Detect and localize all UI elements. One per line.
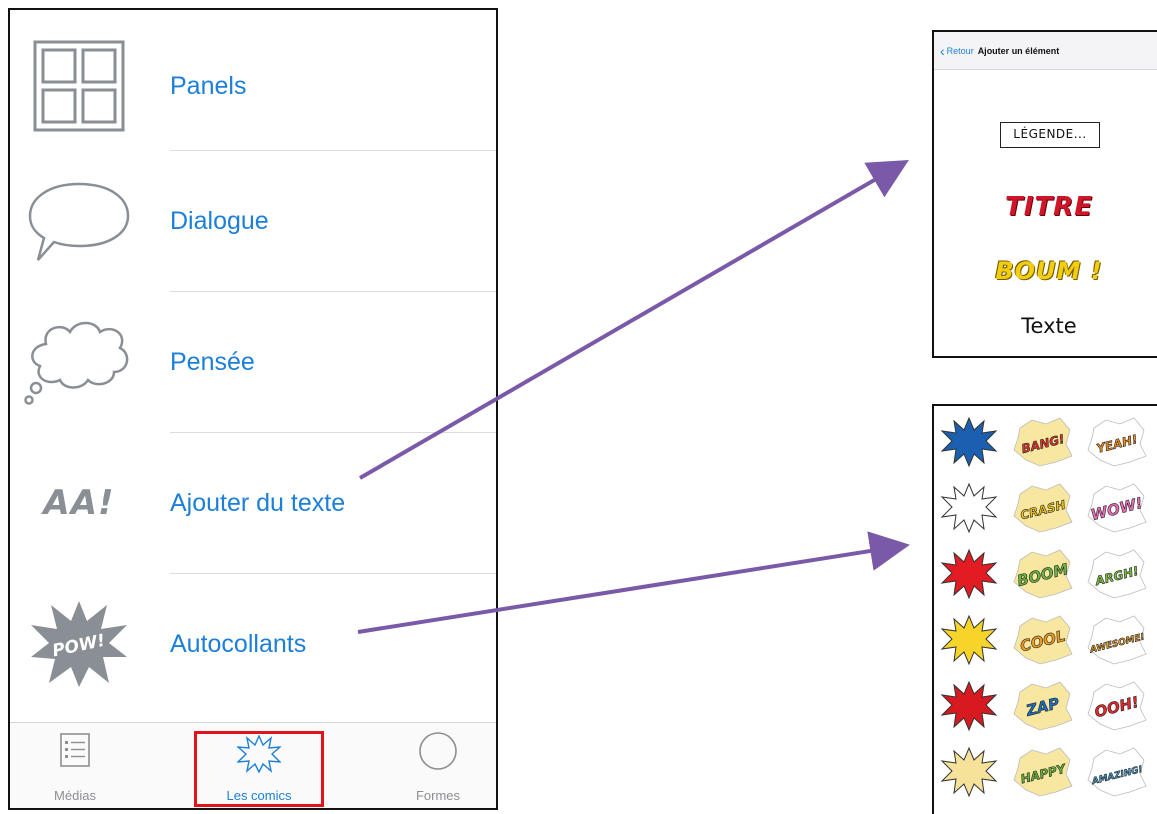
menu-item-label: Dialogue [170,206,269,235]
sticker-icon: POW! [20,594,138,694]
menu-item-panels[interactable]: Panels [10,16,496,156]
speech-bubble-icon [20,171,138,271]
menu-item-label: Pensée [170,347,255,376]
sticker-item[interactable] [938,416,1000,468]
sticker-item[interactable] [938,680,1000,732]
sticker-item[interactable]: ARGH! [1086,548,1148,600]
caption-option[interactable]: LÉGENDE... [1000,122,1100,148]
menu-item-label: Panels [170,71,247,100]
sticker-item[interactable]: CRASH [1012,482,1074,534]
sticker-burst-shape [940,614,998,666]
tab-medias[interactable]: Médias [10,723,140,808]
sticker-item[interactable]: WOW! [1086,482,1148,534]
add-text-icon-glyph: AA! [43,483,115,523]
menu-item-label: Ajouter du texte [170,488,346,517]
sticker-item[interactable]: BOOM [1012,548,1074,600]
sticker-burst-shape [940,680,998,732]
tab-label: Médias [54,788,96,803]
selected-tab-highlight [194,731,324,807]
sticker-item[interactable] [938,548,1000,600]
menu-item-dialogue[interactable]: Dialogue [10,151,496,291]
boum-option[interactable]: BOUM ! [994,257,1104,285]
sticker-item[interactable]: AMAZING! [1086,746,1148,798]
sticker-item[interactable]: ZAP [1012,680,1074,732]
sticker-grid-panel: BANG! YEAH! CRASH WOW! BOOM ARGH! COOL AWESOME!… [932,404,1157,814]
menu-item-ajouter-texte[interactable]: AA! Ajouter du texte [10,433,496,573]
back-button[interactable]: Retour [947,46,974,56]
sticker-item[interactable] [938,614,1000,666]
sticker-item[interactable] [938,482,1000,534]
nav-bar: ‹ Retour Ajouter un élément [934,32,1157,70]
add-text-icon: AA! [20,453,138,553]
thought-bubble-icon [20,312,138,412]
sticker-burst-shape [940,416,998,468]
sticker-item[interactable]: COOL [1012,614,1074,666]
sticker-item[interactable]: HAPPY [1012,746,1074,798]
sticker-burst-shape [940,548,998,600]
media-list-icon [60,733,90,767]
circle-shape-icon [419,732,457,770]
comics-menu-panel: Panels Dialogue Pensée AA! Ajouter du te… [8,8,498,810]
panels-icon [20,36,138,136]
sticker-item[interactable]: BANG! [1012,416,1074,468]
menu-item-label: Autocollants [170,629,307,658]
sticker-burst-shape [940,746,998,798]
title-option[interactable]: TITRE [994,192,1104,222]
menu-item-autocollants[interactable]: POW! Autocollants [10,574,496,714]
add-element-text-panel: ‹ Retour Ajouter un élément LÉGENDE... T… [932,30,1157,358]
plain-text-option[interactable]: Texte [994,314,1104,338]
tab-formes[interactable]: Formes [380,723,496,808]
sticker-item[interactable]: OOH! [1086,680,1148,732]
sticker-item[interactable]: AWESOME! [1086,614,1148,666]
menu-item-pensee[interactable]: Pensée [10,292,496,432]
sticker-item[interactable] [938,746,1000,798]
sticker-item[interactable]: YEAH! [1086,416,1148,468]
sticker-burst-shape [940,482,998,534]
tab-bar: Médias Les comics Formes [10,722,496,808]
back-chevron-icon[interactable]: ‹ [940,43,945,59]
tab-label: Formes [415,788,461,803]
nav-title: Ajouter un élément [977,45,1060,56]
